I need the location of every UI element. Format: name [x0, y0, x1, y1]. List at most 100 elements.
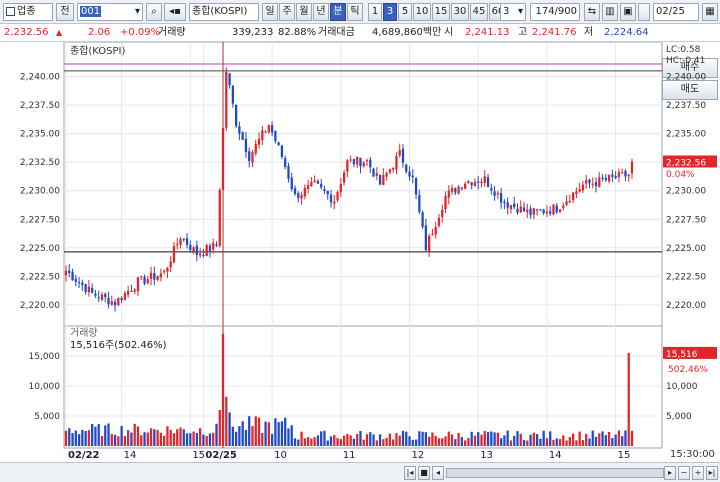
zoom-out-icon[interactable]: −: [678, 466, 690, 480]
candle-body-80: [326, 190, 329, 195]
volume-bar-129: [486, 431, 490, 446]
volume-bar-162: [594, 436, 598, 446]
volume-bar-150: [555, 438, 558, 446]
volume-bar-53: [238, 426, 241, 446]
candle-body-59: [257, 138, 261, 145]
period-button-1[interactable]: 주: [279, 3, 295, 21]
candle-body-82: [333, 201, 336, 204]
volume-bar-111: [428, 436, 431, 446]
period-button-4[interactable]: 분: [330, 3, 346, 21]
interval-button-1[interactable]: 1: [368, 3, 382, 21]
interval-button-3[interactable]: 3: [383, 3, 397, 21]
candle-body-107: [414, 178, 418, 195]
candle-body-70: [293, 188, 297, 194]
volume-panel-title: 거래량: [70, 327, 98, 339]
volume-bar-125: [473, 435, 477, 446]
volume-bar-102: [398, 435, 401, 446]
candle-body-32: [169, 261, 172, 268]
scroll-bar[interactable]: |◂ ■ ◂ ▸ − + ▸|: [0, 462, 720, 482]
interval-button-45[interactable]: 45: [470, 3, 488, 21]
candle-body-17: [120, 297, 123, 301]
volume-bar-62: [267, 422, 270, 446]
volume-bar-81: [329, 436, 333, 446]
high-label: 고: [518, 27, 528, 38]
volume-bar-115: [441, 438, 444, 446]
candle-body-46: [215, 244, 218, 246]
candle-body-35: [179, 239, 182, 245]
candle-body-146: [542, 209, 545, 214]
code-input[interactable]: 001 ▾: [77, 3, 143, 21]
period-button-0[interactable]: 일: [262, 3, 278, 21]
interval-button-5[interactable]: 5: [398, 3, 412, 21]
candle-body-111: [428, 235, 431, 252]
volume-bar-93: [369, 432, 372, 446]
scroll-left-end-icon[interactable]: |◂: [404, 466, 416, 480]
count-field: 174/900: [530, 3, 580, 21]
candle-body-141: [526, 209, 529, 213]
volume-bar-35: [179, 427, 182, 446]
date-input[interactable]: 02/25: [653, 3, 699, 21]
candle-body-4: [77, 282, 81, 284]
candle-body-47: [218, 189, 221, 246]
volume-bar-13: [107, 423, 110, 446]
candle-body-130: [490, 188, 493, 191]
interval-button-30[interactable]: 30: [451, 3, 469, 21]
volume-bar-92: [365, 434, 369, 446]
volume-bar-67: [284, 417, 287, 446]
calendar-icon[interactable]: ▦: [702, 3, 718, 21]
candle-body-73: [303, 187, 306, 197]
candle-body-102: [398, 150, 401, 156]
candle-body-51: [231, 85, 234, 104]
save-icon[interactable]: ▣: [620, 3, 636, 21]
candle-body-154: [568, 201, 571, 203]
candle-body-157: [578, 189, 581, 192]
candle-body-140: [522, 207, 526, 212]
checkbox[interactable]: [638, 3, 650, 21]
volume-bar-126: [477, 432, 480, 446]
volume-bar-64: [274, 418, 277, 446]
interval-button-10[interactable]: 10: [413, 3, 431, 21]
period-button-2[interactable]: 월: [296, 3, 312, 21]
scroll-track[interactable]: [446, 468, 664, 478]
candle-body-169: [617, 172, 621, 177]
volume-bar-31: [166, 426, 169, 446]
candle-body-14: [110, 301, 113, 305]
volume-bar-78: [320, 431, 323, 446]
period-button-3[interactable]: 년: [313, 3, 329, 21]
volume-bar-42: [202, 434, 205, 446]
scroll-right-icon[interactable]: ▸: [664, 466, 676, 480]
period-button-5[interactable]: 틱: [347, 3, 363, 21]
volume-bar-94: [372, 434, 375, 446]
volume-bar-52: [234, 431, 238, 446]
market-select[interactable]: 업종: [3, 3, 53, 21]
candle-body-3: [74, 278, 77, 282]
mode-button[interactable]: 전: [56, 3, 74, 21]
candle-body-120: [457, 186, 460, 194]
stop-icon[interactable]: ■: [418, 466, 430, 480]
volume-bar-153: [565, 440, 568, 446]
scroll-right-end-icon[interactable]: ▸|: [706, 466, 718, 480]
interval-button-15[interactable]: 15: [432, 3, 450, 21]
scroll-left-icon[interactable]: ◂: [432, 466, 444, 480]
volume-bar-163: [598, 433, 601, 446]
candle-body-171: [624, 171, 627, 177]
volume-bar-90: [359, 431, 362, 446]
price-ytick-left-0: 2,220.00: [20, 301, 60, 311]
bars-icon[interactable]: ▥: [602, 3, 618, 21]
candle-body-26: [149, 272, 153, 279]
price-ytick-left-1: 2,222.50: [20, 272, 60, 282]
chart-area[interactable]: 2,220.00 2,220.00 2,222.50 2,222.50 2,225.00…: [0, 42, 720, 462]
price-ytick-right-7: 2,237.50: [666, 101, 706, 111]
candle-body-40: [195, 245, 199, 256]
last-price-label: 2,232.56: [666, 158, 706, 168]
volume-bar-48: [221, 333, 225, 446]
volume-bar-14: [110, 434, 113, 446]
candle-body-170: [621, 172, 624, 174]
interval-select[interactable]: 3 ▾: [500, 3, 526, 21]
zoom-in-icon[interactable]: +: [692, 466, 704, 480]
volume-ytick-left-2: 15,000: [29, 352, 61, 362]
settings-icon[interactable]: ⇆: [584, 3, 600, 21]
volume-bar-96: [378, 434, 382, 446]
sound-icon[interactable]: ◂▪: [164, 3, 186, 21]
search-icon[interactable]: ⌕: [146, 3, 162, 21]
